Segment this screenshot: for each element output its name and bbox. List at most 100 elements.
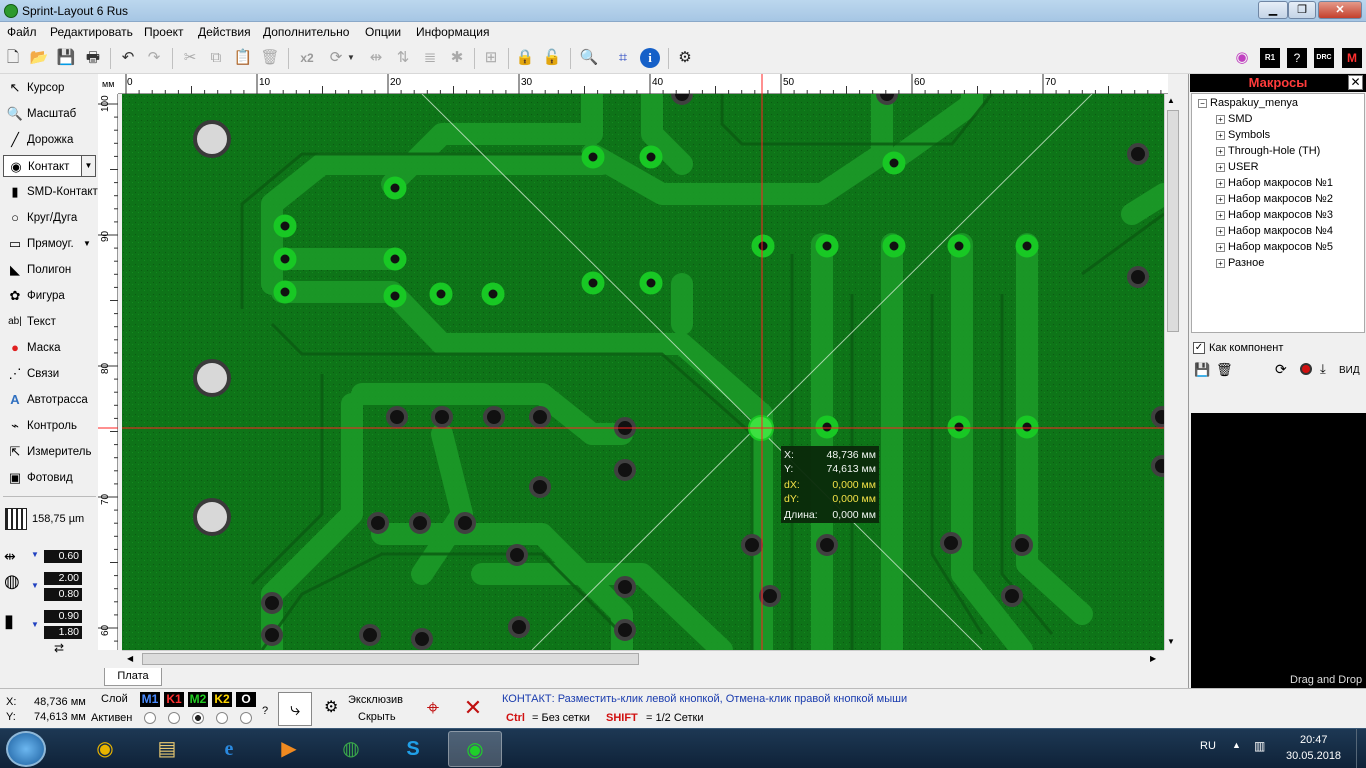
tab-board[interactable]: Плата <box>104 668 162 686</box>
tree-root[interactable]: − Raspakuy_menya <box>1198 97 1298 109</box>
show-desktop-button[interactable] <box>1356 729 1366 768</box>
sprint-layout-taskbar-icon[interactable]: ◉ <box>448 731 502 767</box>
rectangle-dropdown-icon[interactable]: ▼ <box>83 233 91 255</box>
minimize-button[interactable]: ▁ <box>1258 1 1288 19</box>
rotate-icon[interactable]: ⟳ <box>326 48 346 68</box>
snap-icon[interactable]: ✱ <box>447 48 467 68</box>
print-icon[interactable]: 🖶 <box>83 48 103 68</box>
network-icon[interactable]: ▥ <box>1254 739 1265 753</box>
tool-photoview[interactable]: ▣ Фотовид <box>3 467 96 489</box>
tool-smd-pad[interactable]: ▮ SMD-Контакт <box>3 181 97 203</box>
r1-icon[interactable]: R1 <box>1260 48 1280 68</box>
hide-button[interactable]: Скрыть <box>358 711 396 723</box>
vertical-scrollbar[interactable]: ▲ ▼ <box>1164 94 1181 650</box>
save-icon[interactable]: 💾 <box>56 48 76 68</box>
delete-icon[interactable]: 🗑 <box>260 48 280 68</box>
tool-cursor[interactable]: ↖ Курсор <box>3 77 96 99</box>
scroll-down-icon[interactable]: ▼ <box>1167 637 1175 646</box>
explorer-icon[interactable]: ▤ <box>140 731 194 767</box>
grid-size-label[interactable]: 158,75 µm <box>32 513 84 525</box>
menu-actions[interactable]: Действия <box>198 25 251 39</box>
tree-item[interactable]: + Through-Hole (TH) <box>1216 145 1320 157</box>
tree-item[interactable]: + Набор макросов №3 <box>1216 209 1333 221</box>
exclusive-button[interactable]: Эксклюзив <box>348 694 403 706</box>
tool-rectangle[interactable]: ▭ Прямоуг. ▼ <box>3 233 96 255</box>
tool-text[interactable]: ab| Текст <box>3 311 96 333</box>
menu-options[interactable]: Опции <box>365 25 401 39</box>
mirror-horizontal-icon[interactable]: ⇹ <box>366 48 386 68</box>
view-button[interactable]: ВИД <box>1339 365 1360 376</box>
macro-preview[interactable] <box>1191 413 1366 688</box>
maximize-button[interactable]: ❐ <box>1288 1 1316 19</box>
macro-m-icon[interactable]: M <box>1342 48 1362 68</box>
lock-icon[interactable]: 🔒 <box>515 48 535 68</box>
align-icon[interactable]: ≣ <box>420 48 440 68</box>
tool-zoom[interactable]: 🔍 Масштаб <box>3 103 96 125</box>
clock-date[interactable]: 30.05.2018 <box>1286 750 1341 762</box>
zoom-search-icon[interactable]: 🔍 <box>579 48 599 68</box>
tool-figure[interactable]: ✿ Фигура <box>3 285 96 307</box>
smd-height-field[interactable]: 1.80 <box>44 626 82 639</box>
crosshair-toggle-icon[interactable]: ⌖ <box>416 692 450 726</box>
delete-macro-icon[interactable]: 🗑 <box>1216 362 1233 378</box>
ie-icon[interactable]: e <box>202 731 256 767</box>
tool-polygon[interactable]: ◣ Полигон <box>3 259 96 281</box>
tool-autoroute[interactable]: A Автотрасса <box>3 389 96 411</box>
globe-icon[interactable]: ◍ <box>324 731 378 767</box>
record-icon[interactable] <box>1300 363 1312 375</box>
drc-icon[interactable]: DRC <box>1314 48 1334 68</box>
tool-measure[interactable]: ⇱ Измеритель <box>3 441 96 463</box>
tray-expand-icon[interactable]: ▲ <box>1232 740 1241 750</box>
layer-m2[interactable]: M2 <box>188 692 208 707</box>
paste-icon[interactable]: 📋 <box>233 48 253 68</box>
smd-width-field[interactable]: 0.90 <box>44 610 82 623</box>
menu-project[interactable]: Проект <box>144 25 184 39</box>
crop-icon[interactable]: ⌗ <box>613 48 633 68</box>
pad-dropdown-icon[interactable]: ▼ <box>81 155 96 177</box>
scroll-left-icon[interactable]: ◀ <box>127 654 133 663</box>
layer-m1[interactable]: M1 <box>140 692 160 707</box>
menu-info[interactable]: Информация <box>416 25 489 39</box>
layer-o-radio[interactable] <box>240 712 252 724</box>
pad-outer-field[interactable]: 2.00 <box>44 572 82 585</box>
track-width-dropdown-icon[interactable]: ▼ <box>31 550 39 559</box>
gear-icon[interactable]: ⚙ <box>675 48 695 68</box>
start-button[interactable] <box>6 731 46 767</box>
chrome-icon[interactable]: ◉ <box>78 731 132 767</box>
swap-icon[interactable]: ⇄ <box>54 641 64 655</box>
skype-icon[interactable]: S <box>386 731 440 767</box>
layer-k1-radio[interactable] <box>168 712 180 724</box>
refresh-icon[interactable]: ⟳ <box>1275 361 1287 378</box>
tree-item[interactable]: + Набор макросов №4 <box>1216 225 1333 237</box>
horizontal-scroll-thumb[interactable] <box>142 653 639 665</box>
tree-item[interactable]: + SMD <box>1216 113 1252 125</box>
open-folder-icon[interactable]: 📂 <box>29 48 49 68</box>
pcb-canvas[interactable]: X: 48,736 мм Y: 74,613 мм dX: 0,000 мм dY: 0… <box>122 94 1164 650</box>
layer-k2[interactable]: K2 <box>212 692 232 707</box>
tree-item[interactable]: + Symbols <box>1216 129 1270 141</box>
tool-pad[interactable]: ◉ Контакт <box>3 155 83 177</box>
menu-edit[interactable]: Редактировать <box>50 25 133 39</box>
save-macro-icon[interactable]: 💾 <box>1194 362 1210 378</box>
connections-off-icon[interactable]: ✕ <box>456 692 490 726</box>
import-icon[interactable]: ⤓ <box>1320 361 1326 377</box>
layer-k2-radio[interactable] <box>216 712 228 724</box>
scroll-up-icon[interactable]: ▲ <box>1167 96 1175 105</box>
as-component-checkbox[interactable]: ✓ <box>1193 342 1205 354</box>
tree-item[interactable]: + Набор макросов №5 <box>1216 241 1333 253</box>
menu-file[interactable]: Файл <box>7 25 37 39</box>
scroll-right-icon[interactable]: ▶ <box>1150 654 1156 663</box>
group-icon[interactable]: ⊞ <box>481 48 501 68</box>
grid-icon[interactable] <box>5 508 27 530</box>
tool-connections[interactable]: ⋰ Связи <box>3 363 96 385</box>
smd-size-dropdown-icon[interactable]: ▼ <box>31 620 39 629</box>
tree-item[interactable]: + USER <box>1216 161 1259 173</box>
tree-item[interactable]: + Разное <box>1216 257 1264 269</box>
undo-icon[interactable]: ↶ <box>118 48 138 68</box>
pad-inner-field[interactable]: 0.80 <box>44 588 82 601</box>
unlock-icon[interactable]: 🔓 <box>542 48 562 68</box>
clock-time[interactable]: 20:47 <box>1300 734 1328 746</box>
new-file-icon[interactable]: 🗋 <box>3 48 23 68</box>
layer-o[interactable]: O <box>236 692 256 707</box>
help-icon[interactable]: ? <box>1287 48 1307 68</box>
